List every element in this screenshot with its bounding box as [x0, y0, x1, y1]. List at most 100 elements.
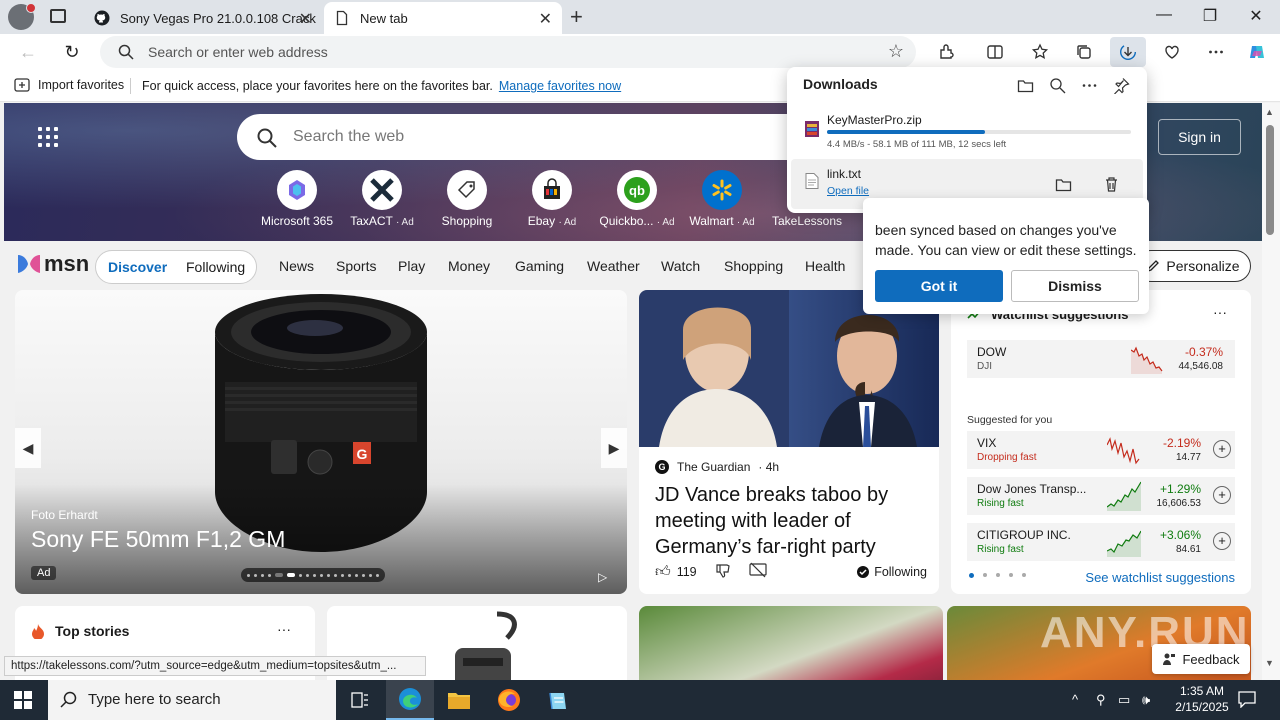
carousel-card[interactable]: G ◀ ▶ Foto Erhardt Sony FE 50mm F1,2 GM … [15, 290, 627, 594]
windows-start-icon[interactable] [14, 691, 32, 709]
quick-link-quickbooks[interactable]: qb Quickbo... · Ad [592, 170, 682, 228]
like-icon[interactable]: 👍︎ [655, 563, 671, 581]
msn-logo[interactable]: msn [16, 251, 89, 277]
volume-icon[interactable]: 🕪︎ [1142, 692, 1150, 708]
nav-money[interactable]: Money [448, 258, 490, 274]
file-explorer-icon[interactable] [435, 680, 483, 720]
tab-actions-icon[interactable] [50, 9, 66, 23]
news-headline[interactable]: JD Vance breaks taboo by meeting with le… [655, 482, 925, 560]
new-tab-button[interactable]: + [570, 4, 590, 30]
downloads-icon[interactable] [1110, 37, 1146, 67]
favorite-star-icon[interactable]: ☆ [888, 41, 904, 62]
search-downloads-icon[interactable] [1047, 75, 1067, 95]
close-tab-icon[interactable]: ✕ [539, 9, 552, 29]
following-status[interactable]: Following [857, 565, 927, 579]
nav-news[interactable]: News [279, 258, 314, 274]
quick-link-ebay[interactable]: Ebay · Ad [507, 170, 597, 228]
news-card[interactable]: G The Guardian · 4h JD Vance breaks tabo… [639, 290, 939, 594]
tab-following[interactable]: Following [186, 259, 245, 275]
quick-link-taxact[interactable]: TaxACT · Ad [337, 170, 427, 228]
scroll-thumb[interactable] [1266, 125, 1274, 235]
edge-taskbar-icon[interactable] [386, 680, 434, 720]
copilot-icon[interactable] [1245, 40, 1269, 64]
hide-story-icon[interactable] [749, 562, 767, 581]
watchlist-more-button[interactable]: ··· [1213, 304, 1227, 320]
add-to-watchlist-button[interactable]: + [1213, 440, 1231, 458]
favorites-icon[interactable] [1028, 40, 1052, 64]
tab-discover[interactable]: Discover [108, 259, 167, 275]
got-it-button[interactable]: Got it [875, 270, 1003, 302]
stock-row-dow-transports[interactable]: Dow Jones Transp... Rising fast +1.29% 1… [967, 477, 1235, 515]
close-tab-icon[interactable]: ✕ [299, 9, 312, 29]
stock-row-citigroup[interactable]: CITIGROUP INC. Rising fast +3.06% 84.61 … [967, 523, 1235, 561]
add-to-watchlist-button[interactable]: + [1213, 486, 1231, 504]
browser-essentials-icon[interactable] [1160, 40, 1184, 64]
tab-new-tab[interactable]: New tab ✕ [324, 2, 562, 34]
show-in-folder-icon[interactable] [1053, 174, 1073, 194]
minimize-button[interactable]: — [1154, 6, 1174, 24]
notepad-icon[interactable] [534, 680, 582, 720]
adchoices-icon[interactable]: ▷ [598, 570, 607, 584]
quick-link-microsoft-365[interactable]: Microsoft 365 [252, 170, 342, 228]
maximize-button[interactable]: ❐ [1200, 6, 1220, 26]
carousel-prev-button[interactable]: ◀ [15, 428, 41, 468]
page-scrollbar[interactable]: ▲ ▼ [1262, 103, 1280, 680]
web-search-box[interactable] [237, 114, 797, 160]
beet-photo-card[interactable] [639, 606, 943, 680]
notifications-icon[interactable] [1238, 690, 1256, 711]
web-search-input[interactable] [293, 126, 773, 148]
network-icon[interactable]: ▭ [1118, 692, 1130, 708]
pin-icon[interactable] [1111, 75, 1131, 95]
tab-sony-vegas[interactable]: Sony Vegas Pro 21.0.0.108 Crack ✕ [84, 2, 322, 34]
quick-link-walmart[interactable]: Walmart · Ad [677, 170, 767, 228]
carousel-headline[interactable]: Sony FE 50mm F1,2 GM [31, 526, 285, 553]
scroll-up-icon[interactable]: ▲ [1265, 107, 1274, 117]
address-bar[interactable]: ☆ [100, 36, 916, 68]
profile-avatar-icon[interactable] [8, 3, 36, 30]
personalize-button[interactable]: Personalize [1135, 250, 1251, 282]
firefox-icon[interactable] [485, 680, 533, 720]
nav-weather[interactable]: Weather [587, 258, 640, 274]
nav-health[interactable]: Health [805, 258, 845, 274]
task-view-icon[interactable] [336, 680, 384, 720]
refresh-button[interactable]: ↻ [60, 40, 84, 64]
nav-sports[interactable]: Sports [336, 258, 376, 274]
carousel-pager[interactable] [241, 568, 385, 582]
manage-favorites-link[interactable]: Manage favorites now [499, 79, 621, 93]
nav-watch[interactable]: Watch [661, 258, 700, 274]
taskbar-search-box[interactable]: Type here to search [48, 680, 336, 720]
nav-gaming[interactable]: Gaming [515, 258, 564, 274]
open-folder-icon[interactable] [1015, 75, 1035, 95]
scroll-down-icon[interactable]: ▼ [1265, 658, 1274, 668]
download-item-keymasterpro[interactable]: KeyMasterPro.zip 4.4 MB/s - 58.1 MB of 1… [791, 107, 1143, 157]
add-to-watchlist-button[interactable]: + [1213, 532, 1231, 550]
nav-play[interactable]: Play [398, 258, 425, 274]
stock-row-vix[interactable]: VIX Dropping fast -2.19% 14.77 + [967, 431, 1235, 469]
collections-icon[interactable] [1072, 40, 1096, 64]
see-watchlist-link[interactable]: See watchlist suggestions [1085, 570, 1235, 585]
network-drive-icon[interactable]: ⚲ [1096, 692, 1106, 708]
dislike-icon[interactable] [715, 562, 731, 581]
extensions-icon[interactable] [935, 40, 959, 64]
split-screen-icon[interactable] [983, 40, 1007, 64]
open-file-link[interactable]: Open file [827, 185, 869, 197]
quick-link-shopping[interactable]: Shopping [422, 170, 512, 228]
import-favorites-button[interactable]: Import favorites [14, 78, 124, 92]
stock-row-dow[interactable]: DOW DJI -0.37% 44,546.08 [967, 340, 1235, 378]
nav-shopping[interactable]: Shopping [724, 258, 783, 274]
top-stories-more-button[interactable]: ··· [277, 621, 291, 637]
clock[interactable]: 1:35 AM 2/15/2025 [1170, 683, 1234, 715]
more-options-icon[interactable] [1079, 75, 1099, 95]
delete-trash-icon[interactable] [1101, 174, 1121, 194]
address-input[interactable] [148, 42, 848, 62]
watchlist-pager[interactable] [969, 573, 1026, 578]
settings-more-icon[interactable] [1204, 40, 1228, 64]
back-button[interactable]: ← [16, 40, 40, 64]
sign-in-button[interactable]: Sign in [1158, 119, 1241, 155]
dismiss-button[interactable]: Dismiss [1011, 270, 1139, 302]
carousel-next-button[interactable]: ▶ [601, 428, 627, 468]
show-hidden-icons[interactable]: ^ [1072, 692, 1078, 707]
feedback-button[interactable]: Feedback [1152, 644, 1250, 674]
close-window-button[interactable]: ✕ [1246, 6, 1266, 26]
app-launcher-icon[interactable] [38, 127, 58, 147]
